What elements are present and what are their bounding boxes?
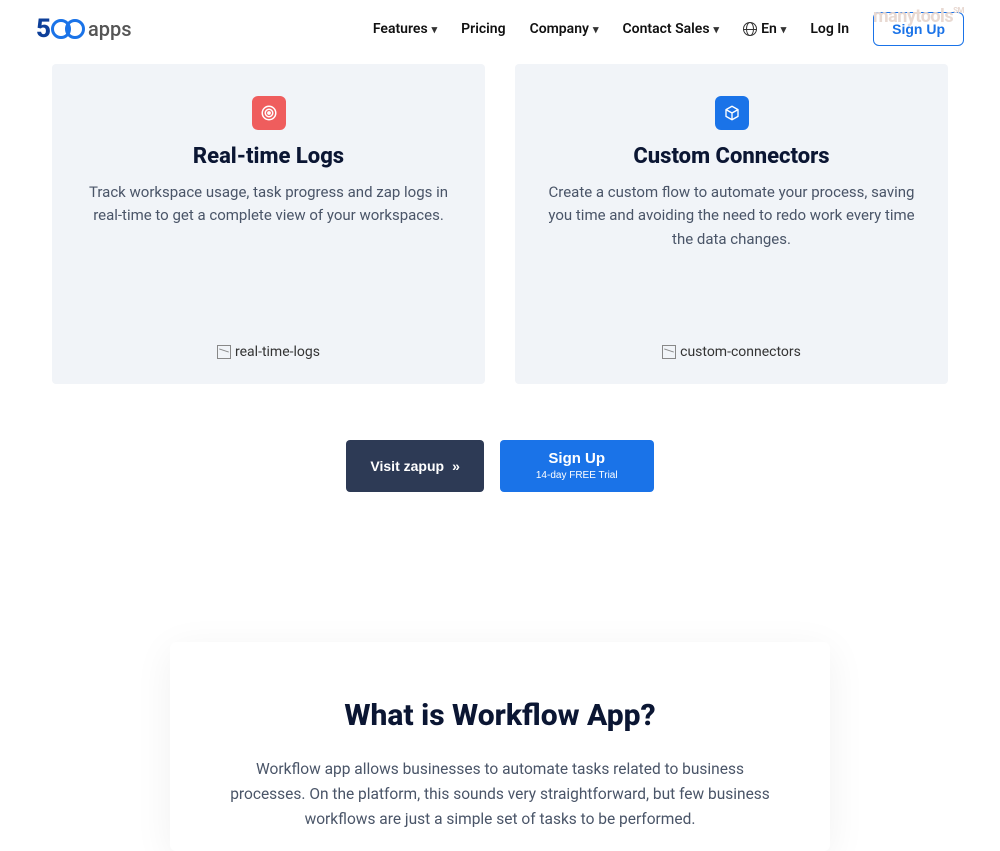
nav-contact-sales[interactable]: Contact Sales ▾ (623, 21, 720, 37)
main-header: 5 apps Features ▾ Pricing Company ▾ Cont… (0, 0, 1000, 58)
language-selector[interactable]: En ▾ (743, 21, 786, 37)
image-alt-text: custom-connectors (680, 344, 801, 360)
double-chevron-right-icon: » (452, 458, 460, 474)
chevron-down-icon: ▾ (432, 23, 438, 36)
top-nav: Features ▾ Pricing Company ▾ Contact Sal… (373, 12, 964, 46)
chevron-down-icon: ▾ (593, 23, 599, 36)
signup-cta-label: Sign Up (548, 450, 605, 467)
feature-cards: Real-time Logs Track workspace usage, ta… (0, 64, 1000, 384)
nav-login[interactable]: Log In (810, 21, 849, 37)
nav-features[interactable]: Features ▾ (373, 21, 437, 37)
broken-image-icon (662, 345, 676, 359)
nav-features-label: Features (373, 21, 428, 37)
card-title: Custom Connectors (633, 144, 829, 169)
image-alt-text: real-time-logs (235, 344, 320, 360)
section-desc: Workflow app allows businesses to automa… (230, 757, 770, 831)
broken-image-icon (217, 345, 231, 359)
globe-icon (743, 22, 757, 36)
chevron-down-icon: ▾ (781, 23, 787, 36)
card-image-placeholder: custom-connectors (662, 304, 801, 360)
logo-prefix: 5 (36, 14, 50, 44)
card-real-time-logs: Real-time Logs Track workspace usage, ta… (52, 64, 485, 384)
visit-zapup-label: Visit zapup (370, 458, 444, 474)
chevron-down-icon: ▾ (714, 23, 720, 36)
language-label: En (761, 21, 777, 37)
nav-contact-label: Contact Sales (623, 21, 710, 37)
signup-cta-button[interactable]: Sign Up 14-day FREE Trial (500, 440, 654, 492)
card-custom-connectors: Custom Connectors Create a custom flow t… (515, 64, 948, 384)
cta-row: Visit zapup » Sign Up 14-day FREE Trial (0, 440, 1000, 492)
signup-cta-sublabel: 14-day FREE Trial (536, 470, 618, 482)
nav-signup-button[interactable]: Sign Up (873, 12, 964, 46)
cube-icon (715, 96, 749, 130)
card-desc: Track workspace usage, task progress and… (76, 181, 461, 228)
section-title: What is Workflow App? (230, 698, 770, 733)
visit-zapup-button[interactable]: Visit zapup » (346, 440, 483, 492)
brand-logo[interactable]: 5 apps (36, 14, 132, 44)
card-title: Real-time Logs (193, 144, 344, 169)
what-is-workflow-section: What is Workflow App? Workflow app allow… (170, 642, 830, 851)
nav-company[interactable]: Company ▾ (530, 21, 599, 37)
target-icon (252, 96, 286, 130)
nav-company-label: Company (530, 21, 589, 37)
card-image-placeholder: real-time-logs (217, 304, 320, 360)
card-desc: Create a custom flow to automate your pr… (539, 181, 924, 251)
logo-rings-icon (51, 19, 85, 39)
nav-pricing[interactable]: Pricing (461, 21, 505, 37)
logo-suffix: apps (88, 17, 132, 41)
